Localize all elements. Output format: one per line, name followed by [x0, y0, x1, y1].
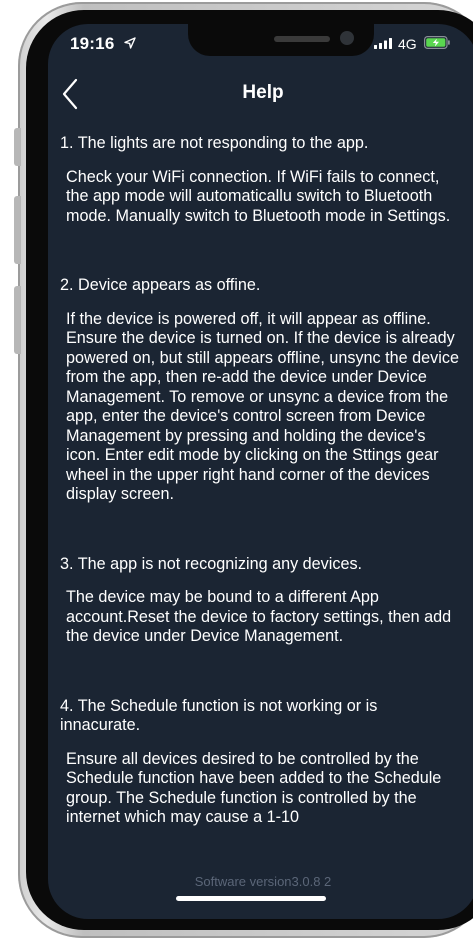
faq-question: 3. The app is not recognizing any device…: [60, 554, 363, 573]
faq-answer: Check your WiFi connection. If WiFi fail…: [66, 167, 451, 225]
speaker-grille: [274, 36, 330, 42]
help-content[interactable]: 1. The lights are not responding to the …: [60, 134, 460, 870]
faq-answer: If the device is powered off, it will ap…: [66, 309, 459, 504]
faq-question: 4. The Schedule function is not working …: [60, 696, 378, 735]
battery-charging-icon: [424, 36, 450, 49]
front-camera: [340, 31, 354, 45]
location-arrow-icon: [124, 37, 136, 49]
faq-answer: The device may be bound to a different A…: [66, 588, 452, 645]
home-indicator[interactable]: [176, 896, 326, 901]
volume-up-button: [14, 196, 21, 264]
cellular-signal-icon: [374, 38, 392, 49]
status-time: 19:16: [70, 34, 115, 53]
page-title: Help: [242, 82, 284, 103]
app-screen: 19:16 4G Help 1. The lights are not resp…: [48, 24, 473, 919]
device-mockup: 19:16 4G Help 1. The lights are not resp…: [0, 0, 473, 942]
faq-question: 2. Device appears as offine.: [60, 276, 261, 294]
network-type: 4G: [398, 36, 417, 52]
notch: [188, 24, 374, 56]
volume-down-button: [14, 286, 21, 354]
faq-answer: Ensure all devices desired to be control…: [66, 749, 442, 827]
mute-switch: [14, 128, 21, 166]
faq-question: 1. The lights are not responding to the …: [60, 134, 369, 152]
software-version: Software version3.0.8 2: [194, 874, 332, 889]
